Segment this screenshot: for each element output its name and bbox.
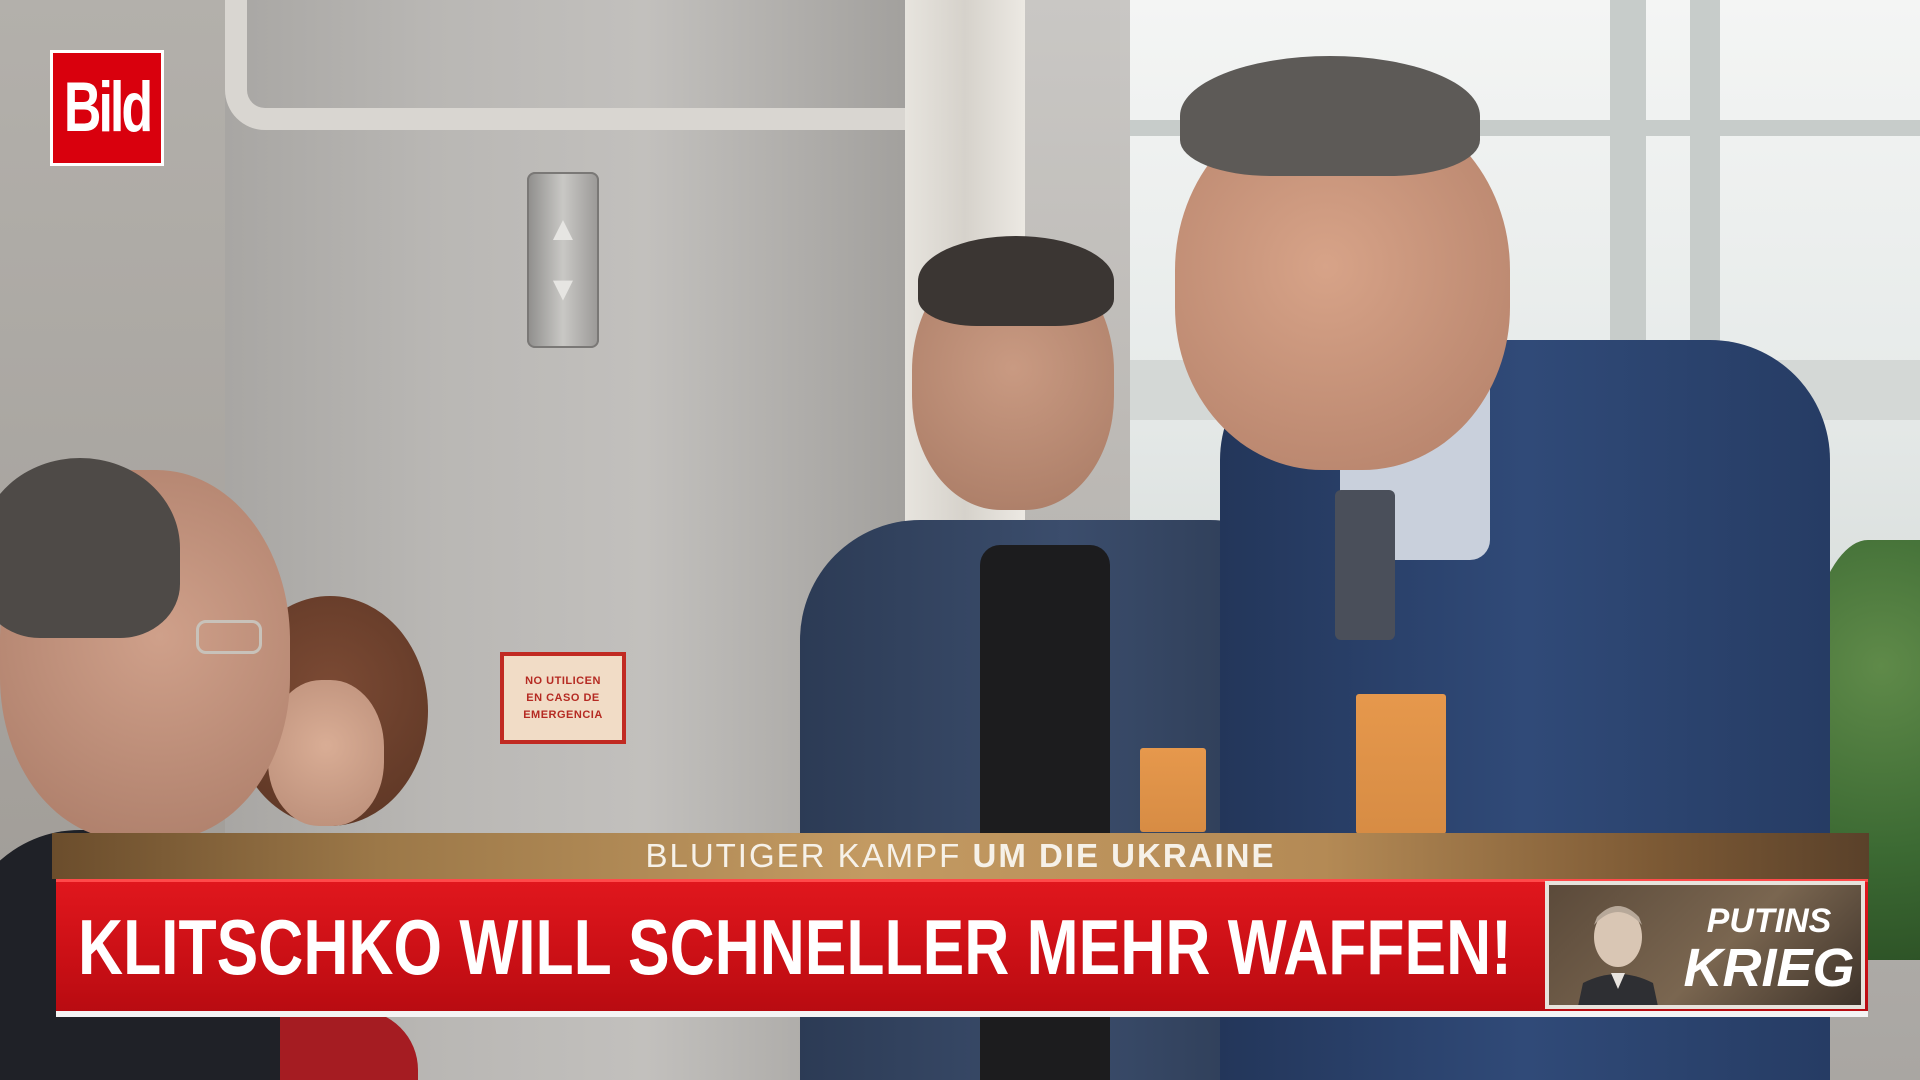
headline-divider — [56, 1011, 1868, 1017]
elevator-call-button: ▲ ▼ — [527, 172, 599, 348]
bild-logo: Bild — [50, 50, 164, 166]
badge-line2: KRIEG — [1683, 938, 1855, 998]
arrow-up-icon: ▲ — [546, 210, 580, 248]
bild-logo-text: Bild — [63, 68, 153, 148]
arrow-down-icon: ▼ — [546, 270, 580, 308]
emergency-sign: NO UTILICEN EN CASO DE EMERGENCIA — [500, 652, 626, 744]
topic-prefix: BLUTIGER KAMPF — [645, 837, 962, 874]
topic-text: BLUTIGER KAMPF UM DIE UKRAINE — [645, 837, 1275, 875]
portrait-icon — [1578, 906, 1658, 1005]
topic-bar: BLUTIGER KAMPF UM DIE UKRAINE — [52, 833, 1869, 879]
topic-emphasis: UM DIE UKRAINE — [972, 837, 1276, 874]
emergency-sign-text: NO UTILICEN EN CASO DE EMERGENCIA — [523, 674, 603, 721]
elevator-frame — [225, 0, 945, 130]
putins-krieg-badge: PUTINS KRIEG — [1545, 881, 1865, 1009]
headline-text: KLITSCHKO WILL SCHNELLER MEHR WAFFEN! — [78, 903, 1512, 991]
badge-line1: PUTINS — [1706, 902, 1832, 940]
badge-title: PUTINS KRIEG — [1674, 891, 1861, 1005]
